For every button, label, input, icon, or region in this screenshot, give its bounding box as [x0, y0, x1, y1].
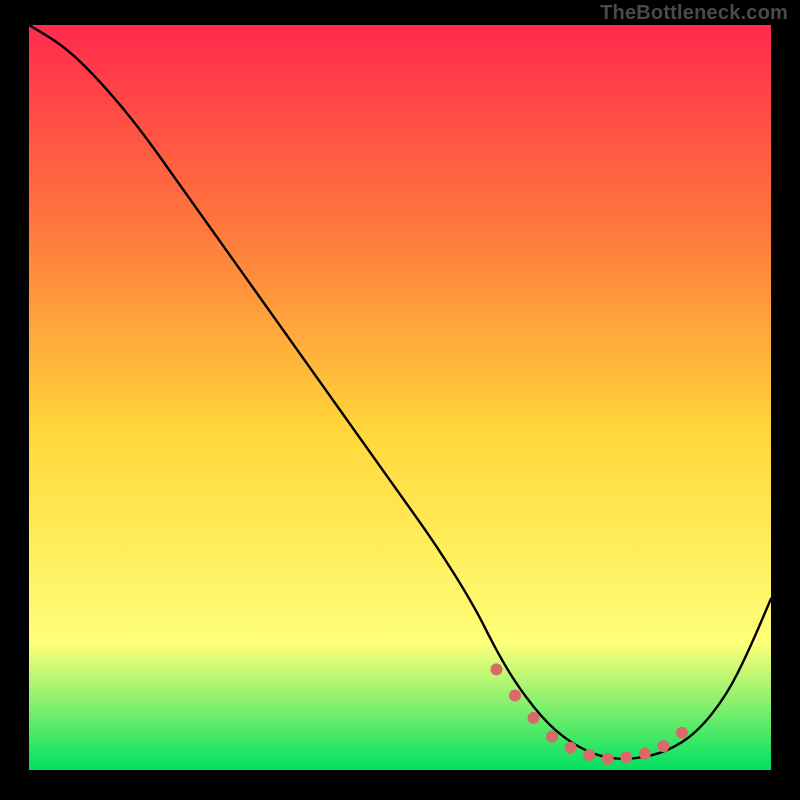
marker-dot	[490, 663, 502, 675]
marker-dot	[528, 712, 540, 724]
plot-area	[29, 25, 771, 770]
marker-dot	[676, 727, 688, 739]
marker-dot	[657, 740, 669, 752]
gradient-background	[29, 25, 771, 770]
watermark-text: TheBottleneck.com	[600, 2, 788, 25]
marker-dot	[602, 753, 614, 765]
marker-dot	[620, 751, 632, 763]
chart-frame: TheBottleneck.com	[0, 0, 800, 800]
bottleneck-chart	[29, 25, 771, 770]
marker-dot	[639, 748, 651, 760]
marker-dot	[583, 749, 595, 761]
marker-dot	[565, 742, 577, 754]
marker-dot	[546, 730, 558, 742]
marker-dot	[509, 690, 521, 702]
